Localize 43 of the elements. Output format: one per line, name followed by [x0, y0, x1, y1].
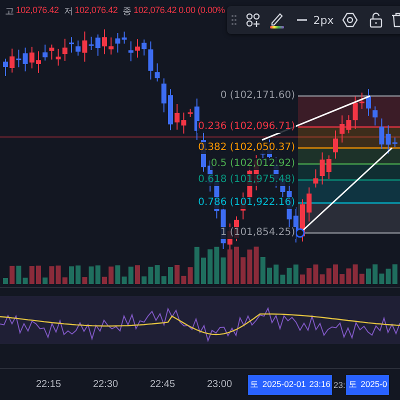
crosshair-time-label: 토 2025-0: [346, 374, 390, 395]
fib-level-label: 0 (102,171.60): [219, 90, 296, 102]
legend-change: 0.00 (0.00%: [178, 5, 225, 17]
volume-bar: [300, 274, 305, 284]
candle: [366, 88, 371, 116]
time-tick: 22:30: [92, 379, 120, 390]
legend-value: 102,076.42: [74, 5, 118, 17]
volume-bar: [36, 266, 41, 284]
fib-level-label: 0.786 (101,922.16): [197, 197, 296, 209]
candle: [36, 50, 41, 74]
time-tick: 22:15: [34, 379, 62, 390]
line-width-button[interactable]: 2px: [293, 9, 337, 31]
volume-bar: [333, 264, 338, 284]
time-tick: 22:45: [148, 379, 176, 390]
fib-level-label: 0.236 (102,096.71): [197, 121, 296, 133]
fib-level-label: 0.5 (102,012.92): [210, 158, 296, 170]
candle: [102, 28, 107, 55]
volume-bar: [135, 265, 140, 284]
volume-bar: [366, 268, 371, 284]
candle: [333, 130, 338, 160]
volume-bar: [201, 258, 206, 284]
volume-bar: [234, 246, 239, 284]
volume-bar: [3, 278, 8, 284]
candle: [168, 88, 173, 131]
volume-bar: [102, 276, 107, 284]
time-tick: 23:: [332, 380, 346, 390]
fib-level-label: 0.618 (101,975.48): [197, 174, 296, 186]
legend-label: 종: [122, 5, 132, 18]
fib-level-label: 1 (101,854.25): [219, 227, 296, 239]
legend-label: 고: [5, 5, 14, 18]
candle: [3, 58, 8, 77]
legend-value: 102,076.42: [134, 5, 177, 17]
volume-bar: [69, 266, 74, 284]
legend-label: 저: [64, 5, 73, 18]
crosshair-time-label: 토 2025-02-01 23:16: [248, 374, 332, 395]
time-tick: 23:00: [206, 379, 234, 390]
volume-bar: [168, 266, 173, 284]
legend-value: 102,076.42: [16, 5, 59, 17]
volume-bar: [267, 268, 272, 284]
anchor-handle[interactable]: [295, 228, 305, 238]
candle: [135, 38, 140, 58]
candle: [69, 36, 74, 54]
fib-level-label: 0.382 (102,050.37): [197, 142, 296, 154]
